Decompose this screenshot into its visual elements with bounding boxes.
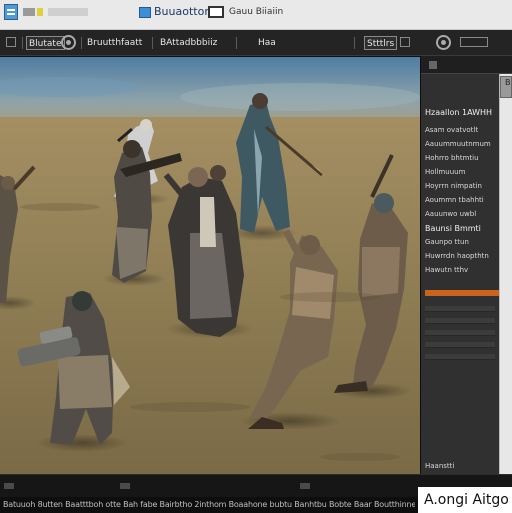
panel-slot[interactable] (425, 306, 495, 312)
toolbar-separator (81, 37, 82, 49)
quick-access-bar[interactable] (48, 8, 88, 16)
toolbar-menu-icon[interactable] (6, 37, 16, 47)
window-icon[interactable] (208, 6, 224, 18)
panel-footer-label: Haanstti (425, 462, 455, 470)
toolbar-separator (22, 37, 23, 49)
panel-tab-label[interactable]: B (505, 78, 511, 87)
app-icon[interactable] (4, 4, 18, 20)
folder-icon[interactable] (37, 8, 43, 16)
panel-menu-icon[interactable] (429, 61, 437, 69)
panel-row[interactable]: Asam ovatvotlt (425, 126, 478, 135)
panel-row[interactable]: Hoyrrn nimpatin (425, 182, 482, 191)
panel-slot[interactable] (425, 342, 495, 348)
status-indicator-icon (300, 483, 310, 489)
toolbar-field[interactable] (460, 37, 488, 47)
toolbar-button-4[interactable]: Haa (258, 36, 276, 50)
brand-watermark: A.ongi Aitgo (418, 487, 512, 513)
document-icon (139, 7, 151, 18)
panel-row[interactable]: Aauummuutnmum (425, 140, 491, 149)
toolbar-separator (354, 37, 355, 49)
main-toolbar: Blutate Bruutthfaatt BAttadbbbiiz Haa St… (0, 30, 512, 56)
lens-icon[interactable] (61, 35, 76, 50)
toolbar-separator (236, 37, 237, 49)
toolbar-button-2[interactable]: Bruutthfaatt (87, 36, 142, 50)
toolbar-button-5[interactable]: Stttlrs (364, 36, 398, 50)
toolbar-separator (152, 37, 153, 49)
panel-section-title-2: Baunsi Bmmti (425, 224, 481, 233)
panel-row[interactable]: Aauunwo uwbl (425, 210, 476, 219)
panel-section-title: Hzaallon 1AWHH (425, 108, 493, 117)
window-title-bar: Buuaotton Gauu Biiaiin (0, 0, 512, 30)
panel-row[interactable]: Huwrrdn haopthtn (425, 252, 489, 261)
status-text: Batuuoh 8utten Baatttboh otte Bah fabe B… (3, 500, 415, 509)
toolbar-button-1[interactable]: Blutate (26, 36, 65, 50)
status-indicator-icon (4, 483, 14, 489)
color-swatch[interactable] (425, 290, 499, 296)
panel-row[interactable]: Hawutn tthv (425, 266, 468, 275)
scene-canvas (0, 57, 420, 474)
grid-icon[interactable] (400, 37, 410, 47)
status-indicator-icon (120, 483, 130, 489)
toolbar-button-3[interactable]: BAttadbbbiiz (160, 36, 217, 50)
properties-panel: B Hzaallon 1AWHH Asam ovatvotlt Aauummuu… (420, 56, 512, 474)
panel-row[interactable]: Hohrro bhtmtiu (425, 154, 479, 163)
panel-header (421, 56, 512, 74)
menu-icon[interactable] (23, 8, 35, 16)
panel-slot[interactable] (425, 354, 495, 360)
scene-viewport[interactable] (0, 56, 420, 474)
document-title: Buuaotton (154, 5, 212, 18)
panel-row[interactable]: Gaunpo ttun (425, 238, 469, 247)
window-subtitle: Gauu Biiaiin (229, 7, 284, 17)
refresh-icon[interactable] (436, 35, 451, 50)
panel-scrollbar[interactable] (499, 74, 512, 474)
panel-row[interactable]: Hollmuuum (425, 168, 465, 177)
panel-row[interactable]: Aoummn tbahhti (425, 196, 484, 205)
status-bar: Batuuoh 8utten Baatttboh otte Bah fabe B… (0, 474, 512, 513)
panel-slot[interactable] (425, 330, 495, 336)
panel-slot[interactable] (425, 318, 495, 324)
